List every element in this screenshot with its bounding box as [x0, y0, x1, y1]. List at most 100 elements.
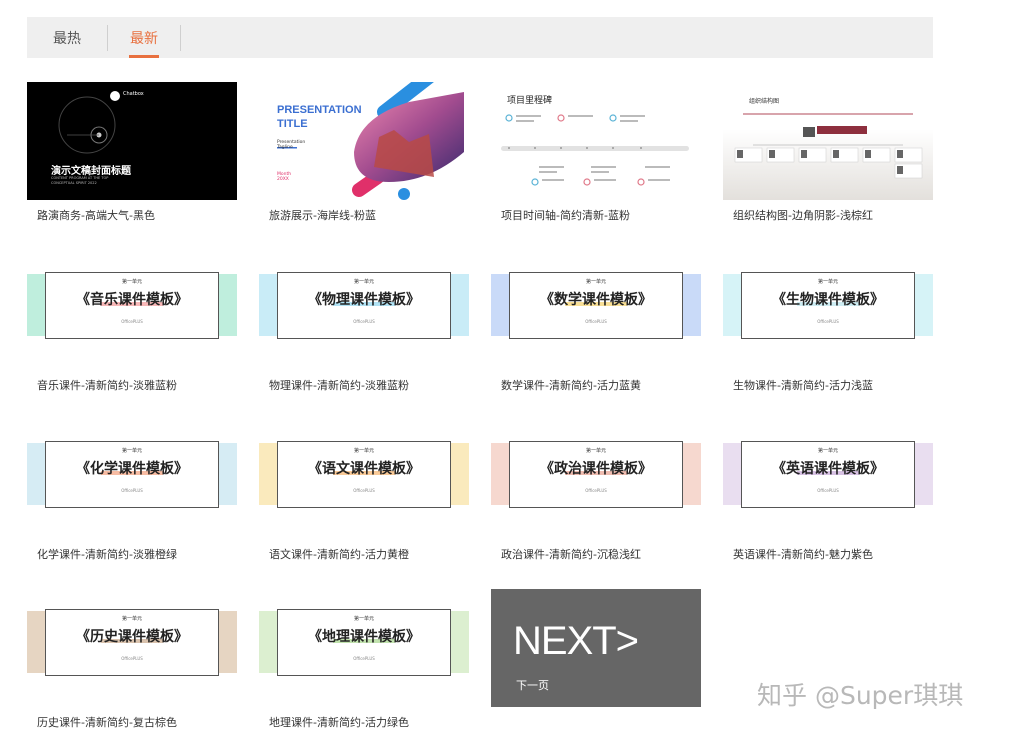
thumb-tagline: Presentation Tagline: [277, 140, 306, 150]
thumb-title: PRESENTATION TITLE: [277, 104, 362, 130]
template-caption[interactable]: 生物课件-清新简约-活力浅蓝: [733, 377, 873, 393]
course-title: 《数学课件模板》: [510, 289, 682, 309]
course-title-text: 《地理课件模板》: [308, 629, 420, 645]
course-subtitle: OfficePLUS: [817, 319, 839, 324]
template-card[interactable]: 第一单元《物理课件模板》 OfficePLUS 物理课件-清新简约-淡雅蓝粉: [259, 252, 469, 392]
template-thumbnail[interactable]: 第一单元 《音乐课件模板》 OfficePLUS: [27, 252, 237, 370]
unit-label: 第一单元: [585, 279, 606, 285]
course-title-text: 《生物课件模板》: [772, 292, 884, 308]
thumb-subtitle: CONTENT PROGRAM AT THE TOP CONCEPTUAL SP…: [51, 176, 109, 185]
course-subtitle: OfficePLUS: [121, 656, 143, 661]
template-caption[interactable]: 旅游展示-海岸线-粉蓝: [269, 207, 376, 223]
unit-label: 第一单元: [817, 448, 838, 454]
thumb-title: 组织结构图: [749, 98, 780, 105]
template-thumbnail[interactable]: 第一单元《英语课件模板》 OfficePLUS: [723, 421, 933, 539]
template-card[interactable]: 第一单元《数学课件模板》 OfficePLUS 数学课件-清新简约-活力蓝黄: [491, 252, 701, 392]
template-card[interactable]: 项目里程碑 项目时间轴-简约清新-蓝粉: [491, 82, 701, 222]
title-frame: 第一单元 《政治课件模板》 OfficePLUS: [509, 441, 683, 508]
template-caption[interactable]: 化学课件-清新简约-淡雅橙绿: [37, 546, 177, 562]
title-frame: 第一单元《化学课件模板》 OfficePLUS: [45, 441, 219, 508]
course-subtitle: OfficePLUS: [121, 488, 143, 493]
course-title-text: 《物理课件模板》: [308, 292, 420, 308]
unit-label: 第一单元: [353, 448, 374, 454]
course-subtitle: OfficePLUS: [585, 319, 607, 324]
template-thumbnail[interactable]: 第一单元《物理课件模板》 OfficePLUS: [259, 252, 469, 370]
template-thumbnail[interactable]: PRESENTATION TITLE Presentation Tagline …: [259, 82, 469, 200]
template-caption[interactable]: 物理课件-清新简约-淡雅蓝粉: [269, 377, 409, 393]
course-title-text: 《历史课件模板》: [76, 629, 188, 645]
course-title: 《物理课件模板》: [278, 289, 450, 309]
course-subtitle: OfficePLUS: [353, 319, 375, 324]
course-subtitle: OfficePLUS: [817, 488, 839, 493]
template-caption[interactable]: 音乐课件-清新简约-淡雅蓝粉: [37, 377, 177, 393]
template-card[interactable]: 第一单元 《地理课件模板》 OfficePLUS 地理课件-清新简约-活力绿色: [259, 589, 469, 729]
template-thumbnail[interactable]: 项目里程碑: [491, 82, 701, 200]
course-title-text: 《语文课件模板》: [308, 461, 420, 477]
title-frame: 第一单元 《地理课件模板》 OfficePLUS: [277, 609, 451, 676]
logo-text: Chatbox: [123, 91, 144, 97]
tab-bar: 最热 最新: [27, 17, 933, 58]
template-card[interactable]: 第一单元 《政治课件模板》 OfficePLUS 政治课件-清新简约-沉稳浅红: [491, 421, 701, 561]
next-sublabel: 下一页: [516, 679, 549, 692]
title-frame: 第一单元 《音乐课件模板》 OfficePLUS: [45, 272, 219, 339]
course-title-text: 《政治课件模板》: [540, 461, 652, 477]
tab-divider: [180, 24, 181, 51]
template-thumbnail[interactable]: Chatbox 演示文稿封面标题 CONTENT PROGRAM AT THE …: [27, 82, 237, 200]
unit-label: 第一单元: [817, 279, 838, 285]
course-title-text: 《英语课件模板》: [772, 461, 884, 477]
course-title: 《化学课件模板》: [46, 458, 218, 478]
template-caption[interactable]: 项目时间轴-简约清新-蓝粉: [501, 207, 630, 223]
template-caption[interactable]: 历史课件-清新简约-复古棕色: [37, 714, 177, 730]
title-frame: 第一单元《生物课件模板》 OfficePLUS: [741, 272, 915, 339]
template-thumbnail[interactable]: 第一单元《语文课件模板》 OfficePLUS: [259, 421, 469, 539]
tab-hot[interactable]: 最热: [27, 17, 107, 58]
thumb-title: 项目里程碑: [507, 96, 553, 106]
template-caption[interactable]: 路演商务-高端大气-黑色: [37, 207, 155, 223]
course-title: 《政治课件模板》: [510, 458, 682, 478]
title-frame: 第一单元《物理课件模板》 OfficePLUS: [277, 272, 451, 339]
template-card[interactable]: 第一单元《历史课件模板》 OfficePLUS 历史课件-清新简约-复古棕色: [27, 589, 237, 729]
course-subtitle: OfficePLUS: [585, 488, 607, 493]
template-thumbnail[interactable]: 第一单元《生物课件模板》 OfficePLUS: [723, 252, 933, 370]
unit-label: 第一单元: [121, 616, 142, 622]
course-subtitle: OfficePLUS: [353, 488, 375, 493]
title-frame: 第一单元《语文课件模板》 OfficePLUS: [277, 441, 451, 508]
template-card[interactable]: PRESENTATION TITLE Presentation Tagline …: [259, 82, 469, 222]
next-label: NEXT>: [513, 619, 639, 663]
template-caption[interactable]: 政治课件-清新简约-沉稳浅红: [501, 546, 641, 562]
unit-label: 第一单元: [121, 448, 142, 454]
course-title: 《英语课件模板》: [742, 458, 914, 478]
course-title: 《历史课件模板》: [46, 626, 218, 646]
template-card[interactable]: 第一单元 《音乐课件模板》 OfficePLUS 音乐课件-清新简约-淡雅蓝粉: [27, 252, 237, 392]
template-card[interactable]: Chatbox 演示文稿封面标题 CONTENT PROGRAM AT THE …: [27, 82, 237, 222]
next-page-button[interactable]: NEXT> 下一页: [491, 589, 701, 707]
template-card[interactable]: 第一单元《生物课件模板》 OfficePLUS 生物课件-清新简约-活力浅蓝: [723, 252, 933, 392]
template-card[interactable]: 第一单元《语文课件模板》 OfficePLUS 语文课件-清新简约-活力黄橙: [259, 421, 469, 561]
template-caption[interactable]: 地理课件-清新简约-活力绿色: [269, 714, 409, 730]
template-caption[interactable]: 英语课件-清新简约-魅力紫色: [733, 546, 873, 562]
unit-label: 第一单元: [353, 279, 374, 285]
thumb-title: 演示文稿封面标题: [51, 166, 131, 177]
title-frame: 第一单元《数学课件模板》 OfficePLUS: [509, 272, 683, 339]
thumb-date: Month 20XX: [277, 172, 292, 182]
title-frame: 第一单元《英语课件模板》 OfficePLUS: [741, 441, 915, 508]
course-title-text: 《化学课件模板》: [76, 461, 188, 477]
template-thumbnail[interactable]: 第一单元《历史课件模板》 OfficePLUS: [27, 589, 237, 707]
template-thumbnail[interactable]: 第一单元《数学课件模板》 OfficePLUS: [491, 252, 701, 370]
template-thumbnail[interactable]: 第一单元 《地理课件模板》 OfficePLUS: [259, 589, 469, 707]
template-gallery: 最热 最新 Chatbox 演示文稿封面标题 CONTENT PROGRAM A…: [0, 0, 1026, 740]
template-caption[interactable]: 组织结构图-边角阴影-浅棕红: [733, 207, 873, 223]
template-thumbnail[interactable]: 第一单元《化学课件模板》 OfficePLUS: [27, 421, 237, 539]
template-thumbnail[interactable]: 第一单元 《政治课件模板》 OfficePLUS: [491, 421, 701, 539]
template-thumbnail[interactable]: 组织结构图: [723, 82, 933, 200]
tab-new[interactable]: 最新: [108, 17, 180, 58]
course-title: 《地理课件模板》: [278, 626, 450, 646]
course-title: 《语文课件模板》: [278, 458, 450, 478]
course-title-text: 《数学课件模板》: [540, 292, 652, 308]
template-card[interactable]: 组织结构图 组织结构图-边角阴影-浅棕红: [723, 82, 933, 222]
template-card[interactable]: 第一单元《化学课件模板》 OfficePLUS 化学课件-清新简约-淡雅橙绿: [27, 421, 237, 561]
course-title: 《音乐课件模板》: [46, 289, 218, 309]
template-caption[interactable]: 语文课件-清新简约-活力黄橙: [269, 546, 409, 562]
template-card[interactable]: 第一单元《英语课件模板》 OfficePLUS 英语课件-清新简约-魅力紫色: [723, 421, 933, 561]
template-caption[interactable]: 数学课件-清新简约-活力蓝黄: [501, 377, 641, 393]
